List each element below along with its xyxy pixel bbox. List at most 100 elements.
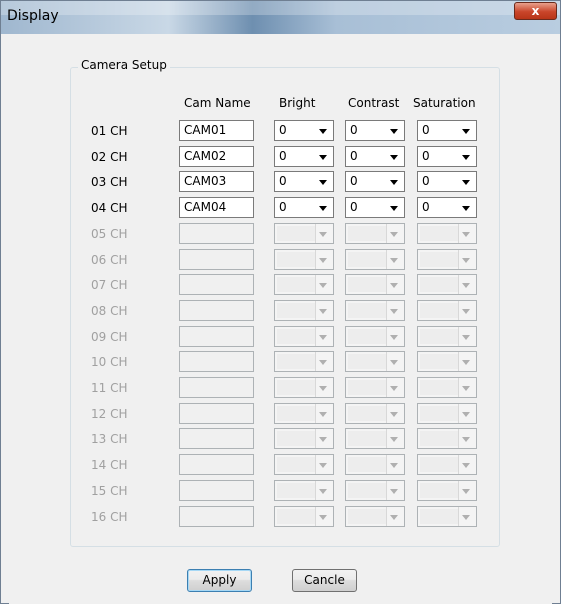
dropdown-arrow-icon bbox=[319, 232, 327, 237]
dropdown-arrow-icon bbox=[390, 437, 398, 442]
saturation-select[interactable]: 0 bbox=[417, 171, 477, 192]
dropdown-separator bbox=[386, 224, 387, 243]
dropdown-separator bbox=[315, 378, 316, 397]
cam-name-field[interactable]: CAM04 bbox=[179, 197, 254, 218]
saturation-select bbox=[417, 428, 477, 449]
dropdown-separator bbox=[458, 352, 459, 371]
dropdown-separator bbox=[315, 275, 316, 294]
saturation-value: 0 bbox=[422, 174, 430, 188]
dropdown-arrow-icon bbox=[319, 515, 327, 520]
disabled-field bbox=[348, 431, 386, 446]
saturation-select bbox=[417, 223, 477, 244]
dropdown-separator bbox=[315, 250, 316, 269]
contrast-value: 0 bbox=[350, 200, 358, 214]
bright-select bbox=[274, 300, 334, 321]
dropdown-arrow-icon bbox=[390, 180, 398, 185]
channel-label: 16 CH bbox=[91, 510, 128, 524]
dropdown-separator bbox=[458, 404, 459, 423]
dropdown-arrow-icon bbox=[390, 515, 398, 520]
dropdown-separator bbox=[386, 455, 387, 474]
dropdown-arrow-icon bbox=[319, 489, 327, 494]
saturation-select bbox=[417, 249, 477, 270]
dropdown-arrow-icon bbox=[390, 258, 398, 263]
saturation-select bbox=[417, 377, 477, 398]
bright-select bbox=[274, 249, 334, 270]
dropdown-arrow-icon bbox=[390, 335, 398, 340]
contrast-select bbox=[345, 428, 405, 449]
disabled-field bbox=[420, 457, 458, 472]
dropdown-arrow-icon bbox=[319, 335, 327, 340]
dropdown-separator bbox=[386, 275, 387, 294]
saturation-select bbox=[417, 351, 477, 372]
disabled-field bbox=[277, 509, 315, 524]
dropdown-arrow-icon bbox=[319, 155, 327, 160]
dropdown-separator bbox=[458, 301, 459, 320]
contrast-select bbox=[345, 480, 405, 501]
bright-value: 0 bbox=[279, 174, 287, 188]
saturation-select[interactable]: 0 bbox=[417, 146, 477, 167]
saturation-select bbox=[417, 274, 477, 295]
saturation-value: 0 bbox=[422, 200, 430, 214]
dropdown-arrow-icon bbox=[390, 206, 398, 211]
bright-value: 0 bbox=[279, 200, 287, 214]
saturation-select bbox=[417, 506, 477, 527]
channel-label: 07 CH bbox=[91, 278, 128, 292]
dropdown-separator bbox=[315, 224, 316, 243]
channel-label: 11 CH bbox=[91, 381, 128, 395]
header-bright: Bright bbox=[279, 96, 316, 110]
dropdown-arrow-icon bbox=[319, 463, 327, 468]
saturation-select bbox=[417, 403, 477, 424]
disabled-field bbox=[348, 406, 386, 421]
cam-name-field bbox=[179, 274, 254, 295]
channel-label: 10 CH bbox=[91, 355, 128, 369]
saturation-select[interactable]: 0 bbox=[417, 197, 477, 218]
contrast-select bbox=[345, 300, 405, 321]
disabled-field bbox=[277, 329, 315, 344]
bright-select[interactable]: 0 bbox=[274, 120, 334, 141]
dropdown-arrow-icon bbox=[462, 335, 470, 340]
cancel-button[interactable]: Cancle bbox=[292, 569, 357, 592]
dropdown-arrow-icon bbox=[319, 258, 327, 263]
dropdown-arrow-icon bbox=[462, 232, 470, 237]
contrast-select[interactable]: 0 bbox=[345, 197, 405, 218]
bright-value: 0 bbox=[279, 149, 287, 163]
bright-select[interactable]: 0 bbox=[274, 171, 334, 192]
dropdown-arrow-icon bbox=[319, 309, 327, 314]
cam-name-field[interactable]: CAM03 bbox=[179, 171, 254, 192]
channel-label: 12 CH bbox=[91, 407, 128, 421]
cam-name-field[interactable]: CAM01 bbox=[179, 120, 254, 141]
dropdown-arrow-icon bbox=[462, 155, 470, 160]
contrast-select[interactable]: 0 bbox=[345, 146, 405, 167]
disabled-field bbox=[277, 483, 315, 498]
contrast-select[interactable]: 0 bbox=[345, 120, 405, 141]
disabled-field bbox=[277, 431, 315, 446]
disabled-field bbox=[420, 303, 458, 318]
bright-select[interactable]: 0 bbox=[274, 197, 334, 218]
disabled-field bbox=[420, 354, 458, 369]
contrast-select[interactable]: 0 bbox=[345, 171, 405, 192]
dropdown-arrow-icon bbox=[390, 283, 398, 288]
dropdown-arrow-icon bbox=[390, 489, 398, 494]
channel-label: 03 CH bbox=[91, 175, 128, 189]
dropdown-arrow-icon bbox=[319, 386, 327, 391]
close-button[interactable]: x bbox=[514, 2, 557, 20]
dropdown-arrow-icon bbox=[390, 155, 398, 160]
disabled-field bbox=[348, 509, 386, 524]
dropdown-arrow-icon bbox=[462, 309, 470, 314]
camera-setup-label: Camera Setup bbox=[78, 58, 170, 72]
dropdown-separator bbox=[315, 352, 316, 371]
display-window: Display x Camera Setup Cam Name Bright C… bbox=[0, 0, 561, 604]
saturation-select[interactable]: 0 bbox=[417, 120, 477, 141]
contrast-select bbox=[345, 506, 405, 527]
cam-name-field[interactable]: CAM02 bbox=[179, 146, 254, 167]
disabled-field bbox=[277, 277, 315, 292]
apply-button[interactable]: Apply bbox=[187, 569, 252, 592]
bright-select[interactable]: 0 bbox=[274, 146, 334, 167]
disabled-field bbox=[277, 252, 315, 267]
dropdown-separator bbox=[315, 301, 316, 320]
title-bar[interactable]: Display x bbox=[1, 1, 560, 34]
bright-select bbox=[274, 403, 334, 424]
disabled-field bbox=[348, 354, 386, 369]
channel-label: 08 CH bbox=[91, 304, 128, 318]
dropdown-separator bbox=[458, 250, 459, 269]
